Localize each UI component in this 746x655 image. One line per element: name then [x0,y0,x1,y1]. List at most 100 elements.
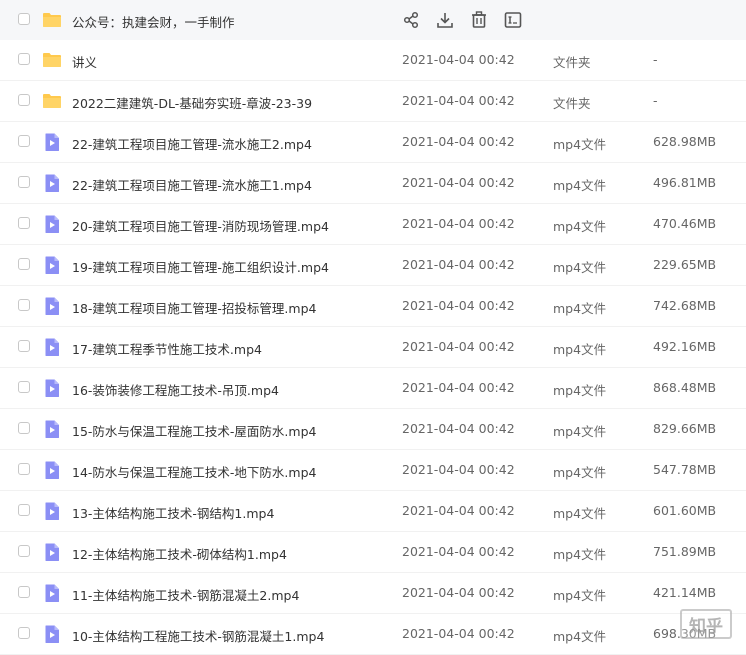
watermark-text: 知乎 [689,616,723,637]
modified-date: 2021-04-04 00:42 [402,175,515,190]
file-name[interactable]: 19-建筑工程项目施工管理-施工组织设计.mp4 [72,257,329,276]
modified-date: 2021-04-04 00:42 [402,503,515,518]
file-size: 547.78MB [653,462,717,477]
file-row[interactable]: 15-防水与保温工程施工技术-屋面防水.mp4 2021-04-04 00:42 m… [0,409,746,450]
download-icon[interactable] [434,9,456,31]
file-row[interactable]: 14-防水与保温工程施工技术-地下防水.mp4 2021-04-04 00:42 m… [0,450,746,491]
file-row[interactable]: 20-建筑工程项目施工管理-消防现场管理.mp4 2021-04-04 00:42… [0,204,746,245]
file-type: mp4文件 [553,506,607,521]
row-checkbox[interactable] [18,422,30,434]
video-file-icon [45,133,59,151]
file-size: 829.66MB [653,421,717,436]
row-checkbox[interactable] [18,340,30,352]
rename-icon[interactable] [502,9,524,31]
file-row[interactable]: 18-建筑工程项目施工管理-招投标管理.mp4 2021-04-04 00:42 m… [0,286,746,327]
file-size: 601.60MB [653,503,717,518]
file-row[interactable]: 17-建筑工程季节性施工技术.mp4 2021-04-04 00:42 mp4文件 4… [0,327,746,368]
video-file-icon [45,215,59,233]
file-type: mp4文件 [553,629,607,644]
file-size: 492.16MB [653,339,717,354]
video-file-icon [45,256,59,274]
file-row[interactable]: 22-建筑工程项目施工管理-流水施工2.mp4 2021-04-04 00:42 m… [0,122,746,163]
file-name[interactable]: 13-主体结构施工技术-钢结构1.mp4 [72,503,274,522]
row-checkbox[interactable] [18,53,30,65]
video-file-icon [45,502,59,520]
file-size: 229.65MB [653,257,717,272]
file-row[interactable]: 22-建筑工程项目施工管理-流水施工1.mp4 2021-04-04 00:42 m… [0,163,746,204]
row-checkbox[interactable] [18,176,30,188]
folder-icon [43,53,61,67]
file-size: 742.68MB [653,298,717,313]
file-row[interactable]: 16-装饰装修工程施工技术-吊顶.mp4 2021-04-04 00:42 mp4文… [0,368,746,409]
row-checkbox[interactable] [18,381,30,393]
folder-row[interactable]: 2022二建建筑-DL-基础夯实班-章波-23-39 2021-04-04 00:… [0,81,746,122]
file-type: 文件夹 [553,96,591,111]
file-size: 470.46MB [653,216,717,231]
file-row[interactable]: 11-主体结构施工技术-钢筋混凝土2.mp4 2021-04-04 00:42 mp… [0,573,746,614]
row-checkbox[interactable] [18,463,30,475]
share-icon[interactable] [400,9,422,31]
video-file-icon [45,379,59,397]
video-file-icon [45,625,59,643]
file-name[interactable]: 18-建筑工程项目施工管理-招投标管理.mp4 [72,298,316,317]
file-row-selected[interactable]: 公众号：执建会财，一手制作 [0,0,746,40]
row-checkbox[interactable] [18,299,30,311]
row-checkbox[interactable] [18,258,30,270]
file-size: 751.89MB [653,544,717,559]
row-checkbox[interactable] [18,13,30,25]
file-name[interactable]: 15-防水与保温工程施工技术-屋面防水.mp4 [72,421,316,440]
file-type: mp4文件 [553,137,607,152]
file-name[interactable]: 11-主体结构施工技术-钢筋混凝土2.mp4 [72,585,299,604]
file-type: mp4文件 [553,260,607,275]
modified-date: 2021-04-04 00:42 [402,585,515,600]
file-row[interactable]: 12-主体结构施工技术-砌体结构1.mp4 2021-04-04 00:42 mp4… [0,532,746,573]
modified-date: 2021-04-04 00:42 [402,421,515,436]
video-file-icon [45,461,59,479]
file-name[interactable]: 讲义 [72,52,97,71]
video-file-icon [45,174,59,192]
row-checkbox[interactable] [18,217,30,229]
row-checkbox[interactable] [18,627,30,639]
file-type: mp4文件 [553,424,607,439]
file-row[interactable]: 19-建筑工程项目施工管理-施工组织设计.mp4 2021-04-04 00:42… [0,245,746,286]
file-name[interactable]: 20-建筑工程项目施工管理-消防现场管理.mp4 [72,216,329,235]
modified-date: 2021-04-04 00:42 [402,257,515,272]
modified-date: 2021-04-04 00:42 [402,544,515,559]
file-size: 496.81MB [653,175,717,190]
file-size: 628.98MB [653,134,717,149]
file-name[interactable]: 公众号：执建会财，一手制作 [72,12,235,31]
delete-icon[interactable] [468,9,490,31]
folder-row[interactable]: 讲义 2021-04-04 00:42 文件夹 - [0,40,746,81]
row-checkbox[interactable] [18,504,30,516]
file-name[interactable]: 16-装饰装修工程施工技术-吊顶.mp4 [72,380,279,399]
row-checkbox[interactable] [18,135,30,147]
file-type: mp4文件 [553,588,607,603]
folder-icon [43,13,61,27]
file-type: mp4文件 [553,383,607,398]
video-file-icon [45,543,59,561]
file-name[interactable]: 12-主体结构施工技术-砌体结构1.mp4 [72,544,287,563]
file-size: - [653,93,658,108]
row-checkbox[interactable] [18,586,30,598]
video-file-icon [45,297,59,315]
file-size: - [653,52,658,67]
file-type: mp4文件 [553,465,607,480]
folder-icon [43,94,61,108]
file-type: 文件夹 [553,55,591,70]
file-name[interactable]: 10-主体结构工程施工技术-钢筋混凝土1.mp4 [72,626,324,645]
video-file-icon [45,584,59,602]
file-row[interactable]: 10-主体结构工程施工技术-钢筋混凝土1.mp4 2021-04-04 00:42… [0,614,746,655]
file-type: mp4文件 [553,178,607,193]
file-row[interactable]: 13-主体结构施工技术-钢结构1.mp4 2021-04-04 00:42 mp4文… [0,491,746,532]
file-name[interactable]: 22-建筑工程项目施工管理-流水施工1.mp4 [72,175,312,194]
file-name[interactable]: 14-防水与保温工程施工技术-地下防水.mp4 [72,462,316,481]
file-name[interactable]: 17-建筑工程季节性施工技术.mp4 [72,339,262,358]
row-checkbox[interactable] [18,94,30,106]
file-name[interactable]: 2022二建建筑-DL-基础夯实班-章波-23-39 [72,93,312,112]
row-checkbox[interactable] [18,545,30,557]
file-name[interactable]: 22-建筑工程项目施工管理-流水施工2.mp4 [72,134,312,153]
modified-date: 2021-04-04 00:42 [402,298,515,313]
modified-date: 2021-04-04 00:42 [402,134,515,149]
modified-date: 2021-04-04 00:42 [402,52,515,67]
file-type: mp4文件 [553,547,607,562]
